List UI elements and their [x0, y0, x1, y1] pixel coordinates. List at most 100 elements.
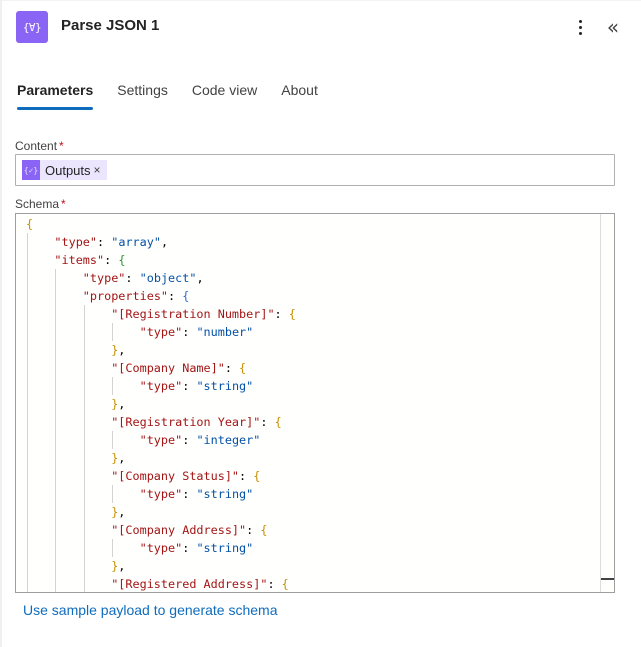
overview-ruler-marker [601, 578, 614, 580]
json-string: "number" [196, 325, 254, 339]
code-line: "[Registration Number]": { [26, 305, 296, 323]
tab-code-view[interactable]: Code view [192, 80, 257, 110]
code-line-content: }, [111, 449, 125, 467]
remove-token-button[interactable]: × [91, 163, 107, 177]
indent-guide [55, 287, 57, 305]
code-line-content: "[Company Status]": { [111, 467, 260, 485]
indent-guide [55, 503, 57, 521]
collapse-panel-button[interactable]: « [603, 15, 623, 39]
content-input[interactable]: {✓} Outputs × [15, 154, 615, 186]
indent-guide [55, 467, 57, 485]
schema-label-text: Schema [15, 197, 60, 211]
code-line: "type": "string" [26, 485, 296, 503]
tab-settings[interactable]: Settings [117, 80, 168, 110]
json-key: "[Company Address]" [111, 523, 247, 537]
indent-guide [83, 377, 85, 395]
json-bracket: { [260, 523, 268, 537]
code-line-content: "properties": { [83, 287, 190, 305]
json-punctuation: : [104, 253, 119, 267]
code-line: "items": { [26, 251, 296, 269]
json-string: "array" [111, 235, 161, 249]
code-line-content: "type": "string" [140, 539, 254, 557]
indent-guide [83, 395, 85, 413]
use-sample-payload-link[interactable]: Use sample payload to generate schema [23, 602, 277, 618]
code-line: "type": "integer" [26, 431, 296, 449]
required-mark: * [59, 139, 64, 153]
editor-scrollbar[interactable] [600, 214, 614, 592]
indent-guide [27, 539, 28, 557]
action-title[interactable]: Parse JSON 1 [61, 17, 159, 34]
required-mark: * [61, 197, 66, 211]
code-line-content: "[Registration Number]": { [111, 305, 296, 323]
json-key: "type" [82, 271, 126, 285]
indent-guide [27, 323, 28, 341]
schema-editor[interactable]: {"type": "array", "items": {"type": "obje… [15, 213, 615, 593]
code-line: "type": "object", [26, 269, 296, 287]
indent-guide [112, 377, 114, 395]
indent-guide [55, 377, 57, 395]
tab-about[interactable]: About [281, 80, 318, 110]
indent-guide [55, 395, 57, 413]
indent-guide [27, 233, 28, 251]
tab-parameters[interactable]: Parameters [17, 80, 94, 110]
indent-guide [83, 341, 85, 359]
json-string: "string" [196, 487, 254, 501]
content-label: Content * [15, 139, 64, 153]
indent-guide [112, 539, 114, 557]
code-line-content: }, [111, 503, 125, 521]
code-line-content: "[Company Address]": { [111, 521, 267, 539]
json-key: "type" [139, 487, 183, 501]
json-key: "[Registration Year]" [111, 415, 261, 429]
indent-guide [55, 575, 57, 592]
code-line-content: "[Registration Year]": { [111, 413, 281, 431]
code-line-content: "type": "string" [140, 377, 254, 395]
json-bracket: { [288, 307, 296, 321]
indent-guide [27, 503, 28, 521]
json-bracket: { [239, 361, 247, 375]
indent-guide [27, 359, 28, 377]
json-punctuation: : [182, 433, 197, 447]
json-punctuation: , [118, 343, 126, 357]
code-line: "type": "string" [26, 539, 296, 557]
code-line-content: { [26, 215, 33, 233]
more-options-button[interactable] [572, 16, 588, 38]
indent-guide [112, 485, 114, 503]
json-string: "string" [196, 541, 254, 555]
indent-guide [27, 287, 28, 305]
code-line: }, [26, 341, 296, 359]
indent-guide [83, 521, 85, 539]
json-punctuation: , [160, 235, 169, 249]
indent-guide [27, 395, 28, 413]
outputs-token[interactable]: {✓} Outputs × [22, 160, 107, 180]
json-key: "items" [54, 253, 105, 267]
tab-list: Parameters Settings Code view About [17, 80, 342, 114]
indent-guide [27, 431, 28, 449]
json-key: "[Registered Address]" [111, 577, 268, 591]
json-punctuation: , [118, 559, 126, 573]
code-line-content: "items": { [54, 251, 125, 269]
indent-guide [112, 431, 114, 449]
json-punctuation: : [182, 379, 197, 393]
indent-guide [83, 539, 85, 557]
parse-json-icon: {∀} [16, 11, 48, 43]
code-line: }, [26, 395, 296, 413]
schema-code[interactable]: {"type": "array", "items": {"type": "obje… [26, 215, 296, 592]
json-key: "type" [139, 379, 183, 393]
indent-guide [55, 305, 57, 323]
indent-guide [83, 449, 85, 467]
code-line-content: "type": "string" [140, 485, 254, 503]
json-punctuation: , [118, 505, 126, 519]
indent-guide [27, 557, 28, 575]
more-vertical-icon-dot [578, 31, 582, 35]
indent-guide [55, 413, 57, 431]
json-punctuation: : [239, 469, 254, 483]
indent-guide [27, 251, 28, 269]
json-punctuation: : [260, 415, 275, 429]
code-line: "type": "string" [26, 377, 296, 395]
code-line-content: }, [111, 557, 125, 575]
code-line: }, [26, 503, 296, 521]
indent-guide [55, 359, 57, 377]
indent-guide [83, 575, 85, 592]
json-bracket: { [182, 289, 190, 303]
indent-guide [112, 323, 114, 341]
